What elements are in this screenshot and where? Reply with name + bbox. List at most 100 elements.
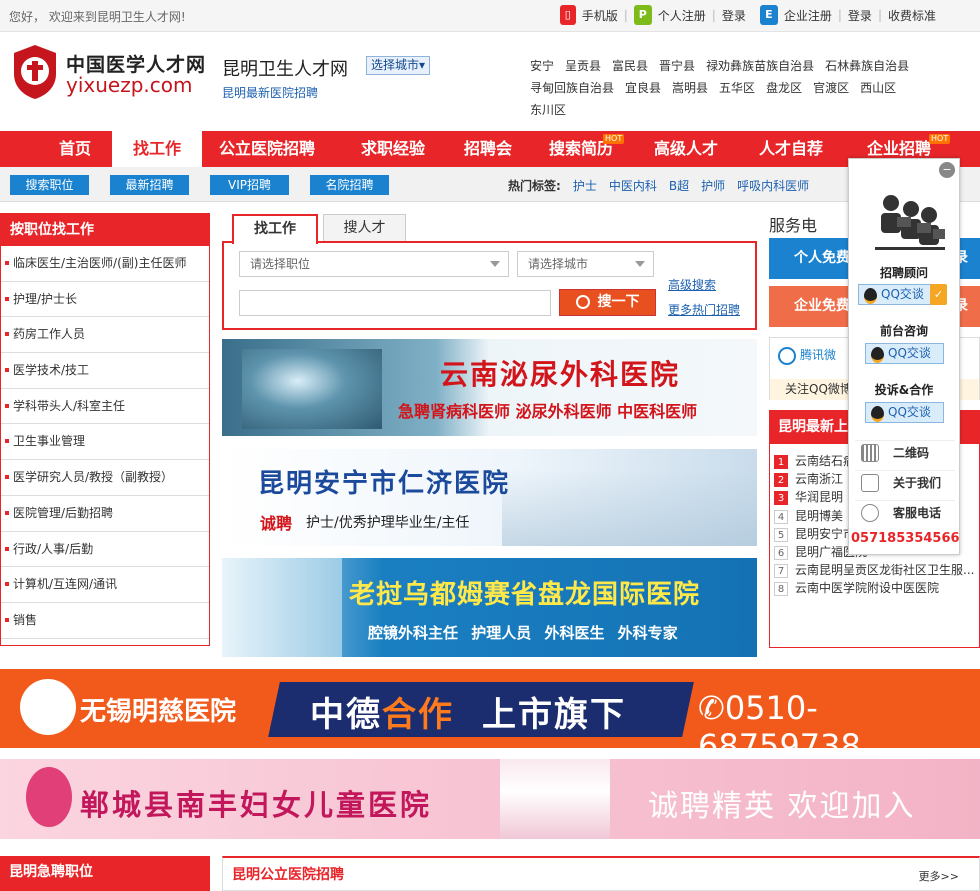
- nav-item-4[interactable]: 招聘会: [446, 131, 530, 167]
- city-select[interactable]: 请选择城市: [517, 251, 654, 277]
- company-register-link[interactable]: 企业注册: [784, 7, 832, 24]
- hot-badge: HOT: [929, 134, 951, 144]
- banner-urology-hospital[interactable]: 云南泌尿外科医院 急聘肾病科医师 泌尿外科医师 中医科医师: [222, 339, 757, 436]
- city-link[interactable]: 东川区: [530, 103, 566, 117]
- site-domain[interactable]: yixuezp.com: [66, 73, 192, 97]
- hot-tags-label: 热门标签:: [508, 179, 561, 193]
- keyword-input[interactable]: [239, 290, 551, 316]
- personal-login-link[interactable]: 登录: [722, 7, 746, 24]
- customer-service-agents-icon: [875, 195, 945, 250]
- city-list: 安宁 呈贡县 富民县 晋宁县 禄劝彝族苗族自治县 石林彝族自治县寻甸回族自治县 宜良县 嵩明县…: [530, 55, 930, 121]
- subnav-button-1[interactable]: 最新招聘: [110, 175, 189, 195]
- ad-dancheng-nanfeng-hospital[interactable]: 郸城县南丰妇女儿童医院 诚聘精英 欢迎加入: [0, 759, 980, 839]
- category-item[interactable]: 临床医生/主治医师/(副)主任医师: [1, 246, 209, 282]
- city-link[interactable]: 禄劝彝族苗族自治县: [706, 59, 814, 73]
- city-link[interactable]: 西山区: [860, 81, 896, 95]
- category-item[interactable]: 护理/护士长: [1, 282, 209, 318]
- city-link[interactable]: 宜良县: [625, 81, 661, 95]
- hot-badge: HOT: [603, 134, 625, 144]
- ad-wuxi-mingci-hospital[interactable]: 无锡明慈医院 中德合作 上市旗下 ✆0510-68759738: [0, 669, 980, 765]
- company-login-link[interactable]: 登录: [848, 7, 872, 24]
- category-item[interactable]: 学科带头人/科室主任: [1, 389, 209, 425]
- category-item[interactable]: 医学技术/技工: [1, 353, 209, 389]
- latest-job-title: 云南中医学院附设中医医院: [795, 581, 940, 596]
- category-item[interactable]: 医学研究人员/教授（副教授）: [1, 460, 209, 496]
- subnav-button-3[interactable]: 名院招聘: [310, 175, 389, 195]
- position-select[interactable]: 请选择职位: [239, 251, 509, 277]
- phone-icon: [861, 504, 879, 522]
- hot-tag[interactable]: 中医内科: [609, 177, 657, 194]
- qq-chat-consultant-button[interactable]: QQ交谈: [858, 284, 937, 305]
- banner-anning-renji-hospital[interactable]: 昆明安宁市仁济医院 诚聘 护士/优秀护理毕业生/主任: [222, 449, 757, 546]
- hot-tag[interactable]: 护师: [701, 177, 725, 194]
- city-link[interactable]: 晋宁县: [659, 59, 695, 73]
- category-item[interactable]: 计算机/互连网/通讯: [1, 567, 209, 603]
- about-us-link[interactable]: 关于我们: [855, 470, 955, 494]
- city-link[interactable]: 嵩明县: [672, 81, 708, 95]
- nav-item-6[interactable]: 高级人才: [638, 131, 734, 167]
- qrcode-link[interactable]: 二维码: [855, 440, 955, 464]
- floating-service-widget: − 招聘顾问 QQ交谈 ✓ 前台咨询 QQ交谈 投诉&合作 QQ交谈 二维码 关…: [848, 158, 960, 555]
- city-link[interactable]: 官渡区: [813, 81, 849, 95]
- subnav-button-2[interactable]: VIP招聘: [210, 175, 289, 195]
- front-desk-label: 前台咨询: [879, 324, 928, 338]
- city-link[interactable]: 富民县: [612, 59, 648, 73]
- welcome-text: 您好， 欢迎来到昆明卫生人才网!: [9, 10, 186, 24]
- microscope-image: [222, 558, 342, 657]
- category-item[interactable]: 医院管理/后勤招聘: [1, 496, 209, 532]
- banner-laos-panlong-hospital[interactable]: 老挝乌都姆赛省盘龙国际医院 腔镜外科主任 护理人员 外科医生 外科专家: [222, 558, 757, 657]
- qrcode-icon: [861, 444, 879, 462]
- nurses-image: [500, 759, 610, 839]
- nav-item-3[interactable]: 求职经验: [343, 131, 443, 167]
- nav-item-1[interactable]: 找工作: [112, 131, 202, 167]
- city-link[interactable]: 石林彝族自治县: [825, 59, 909, 73]
- more-link[interactable]: 更多>>: [919, 868, 959, 884]
- qq-chat-complaint-button[interactable]: QQ交谈: [865, 402, 944, 423]
- banner-title: 老挝乌都姆赛省盘龙国际医院: [349, 580, 701, 610]
- tab-find-talent[interactable]: 搜人才: [323, 214, 406, 242]
- select-city-button[interactable]: 选择城市▾: [366, 56, 431, 75]
- fee-standard-link[interactable]: 收费标准: [888, 7, 936, 24]
- city-link[interactable]: 寻甸回族自治县: [530, 81, 614, 95]
- category-item[interactable]: 行政/人事/后勤: [1, 532, 209, 568]
- city-link[interactable]: 盘龙区: [766, 81, 802, 95]
- city-subtitle-link[interactable]: 昆明最新医院招聘: [222, 84, 318, 101]
- logo-shield-icon[interactable]: [12, 44, 58, 100]
- search-button[interactable]: 搜一下: [559, 289, 656, 316]
- rank-number: 3: [774, 491, 788, 506]
- nav-item-2[interactable]: 公立医院招聘: [207, 131, 327, 167]
- rank-number: 4: [774, 509, 788, 524]
- tab-find-job[interactable]: 找工作: [232, 214, 318, 244]
- landmark-image: [502, 469, 757, 546]
- search-icon: [575, 295, 590, 309]
- hot-tag[interactable]: 护士: [573, 177, 597, 194]
- hot-tag[interactable]: 呼吸内科医师: [737, 177, 809, 194]
- city-link[interactable]: 五华区: [719, 81, 755, 95]
- category-item[interactable]: 销售: [1, 603, 209, 639]
- banner-title: 云南泌尿外科医院: [440, 358, 681, 391]
- city-link[interactable]: 安宁: [530, 59, 554, 73]
- rank-number: 7: [774, 564, 788, 579]
- subnav-button-0[interactable]: 搜索职位: [10, 175, 89, 195]
- public-hospital-title: 昆明公立医院招聘: [232, 867, 344, 883]
- latest-job-item[interactable]: 7 云南昆明呈贡区龙街社区卫生服...: [774, 560, 979, 580]
- hot-tags: 热门标签: 护士 中医内科 B超 护师 呼吸内科医师: [508, 177, 809, 194]
- personal-register-link[interactable]: 个人注册: [658, 7, 706, 24]
- more-hot-jobs-link[interactable]: 更多热门招聘: [668, 301, 740, 318]
- category-title: 按职位找工作: [1, 214, 209, 246]
- rank-number: 1: [774, 455, 788, 469]
- service-phone-link[interactable]: 客服电话: [855, 500, 955, 524]
- advanced-search-link[interactable]: 高级搜索: [668, 276, 716, 293]
- latest-job-item[interactable]: 8 云南中医学院附设中医医院: [774, 578, 979, 598]
- category-item[interactable]: 药房工作人员: [1, 317, 209, 354]
- banner-subtitle: 急聘肾病科医师 泌尿外科医师 中医科医师: [398, 402, 698, 421]
- city-link[interactable]: 呈贡县: [565, 59, 601, 73]
- qq-chat-front-desk-button[interactable]: QQ交谈: [865, 343, 944, 364]
- ad-hospital-name: 郸城县南丰妇女儿童医院: [80, 788, 433, 822]
- nav-item-7[interactable]: 人才自荐: [743, 131, 839, 167]
- mobile-link[interactable]: 手机版: [582, 7, 618, 24]
- nav-item-0[interactable]: 首页: [38, 131, 112, 167]
- category-item[interactable]: 卫生事业管理: [1, 424, 209, 461]
- hot-tag[interactable]: B超: [669, 177, 689, 194]
- latest-job-title: 云南浙江: [795, 472, 844, 487]
